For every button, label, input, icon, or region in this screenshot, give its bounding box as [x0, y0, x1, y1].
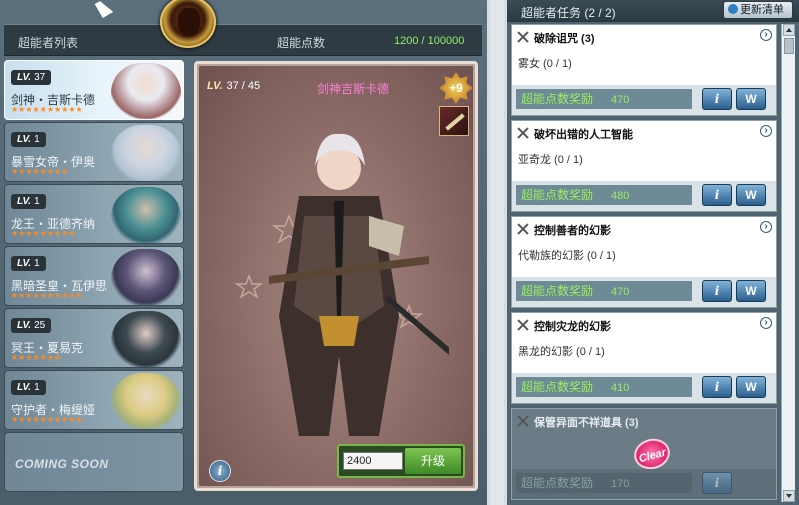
scroll-up-icon[interactable] [783, 24, 795, 36]
points-value: 1200 / 100000 [394, 35, 465, 47]
hero-list-title: 超能者列表 [18, 36, 79, 50]
mission-scrollbar[interactable] [781, 24, 795, 502]
info-button: i [702, 472, 732, 494]
hero-portrait [111, 125, 181, 181]
reward-label: 超能点数奖励 480 [516, 185, 692, 205]
refresh-icon [728, 4, 738, 14]
chevron-right-icon[interactable]: › [760, 221, 772, 233]
hero-character-illustration [234, 133, 449, 436]
hero-list: LV. 37 剑神・吉斯卡德 ★★★★★★★★★★ LV. 1 暴雪女帝・伊奥 ★★… [4, 60, 188, 494]
hero-portrait [111, 63, 181, 119]
hero-stars: ★★★★★★★ [11, 353, 62, 362]
hero-stars: ★★★★★★★★★★ [11, 291, 83, 300]
chevron-right-icon[interactable]: › [760, 125, 772, 137]
mission-reward-bar: 超能点数奖励 470 i W [512, 277, 776, 307]
mission-title: 破除诅咒 (3) [534, 33, 595, 45]
mission-target: 黑龙的幻影 (0 / 1) [518, 346, 605, 358]
info-button[interactable]: i [209, 460, 231, 482]
swords-icon [516, 31, 530, 43]
detail-level: LV. 37 / 45 [207, 80, 261, 92]
hero-portrait [111, 311, 181, 367]
upgrade-panel: 升级 [337, 444, 465, 478]
enhance-plus-badge: +9 [439, 72, 473, 104]
hero-item[interactable]: LV. 1 龙王・亚德齐纳 ★★★★★★★★★ [4, 184, 184, 244]
mission-title: 保管异面不祥道具 (3) [534, 417, 639, 429]
chevron-right-icon[interactable]: › [760, 29, 772, 41]
hero-detail-card: LV.37 / 45 剑神吉斯卡德 +9 i 升级 [194, 61, 478, 491]
scroll-thumb[interactable] [784, 38, 794, 54]
coming-soon-text: COMING SOON [15, 457, 109, 471]
mission-title: 控制善者的幻影 [534, 225, 611, 237]
upgrade-points-input[interactable] [343, 452, 403, 470]
mission-target: 代勒族的幻影 (0 / 1) [518, 250, 616, 262]
mission-panel-header: 超能者任务 (2 / 2) 更新清单 [507, 0, 799, 22]
panel-divider [490, 0, 504, 505]
swords-icon [516, 127, 530, 139]
upgrade-button[interactable]: 升级 [405, 448, 461, 474]
level-badge: LV. 25 [11, 318, 52, 333]
mission-reward-bar: 超能点数奖励 410 i W [512, 373, 776, 403]
hero-item[interactable]: LV. 1 黑暗圣皇・瓦伊思 ★★★★★★★★★★ [4, 246, 184, 306]
mission-card[interactable]: 破除诅咒 (3) › 雾女 (0 / 1) 超能点数奖励 470 i W [511, 24, 777, 116]
mission-panel-title: 超能者任务 (2 / 2) [521, 6, 616, 20]
scroll-down-icon[interactable] [783, 490, 795, 502]
w-button[interactable]: W [736, 376, 766, 398]
info-button[interactable]: i [702, 376, 732, 398]
mission-target: 亚奇龙 (0 / 1) [518, 154, 583, 166]
hero-stars: ★★★★★★★★★ [11, 229, 76, 238]
w-button[interactable]: W [736, 280, 766, 302]
mission-card[interactable]: 控制灾龙的幻影 › 黑龙的幻影 (0 / 1) 超能点数奖励 410 i W [511, 312, 777, 404]
level-badge: LV. 1 [11, 380, 46, 395]
mission-card[interactable]: 破坏出错的人工智能 › 亚奇龙 (0 / 1) 超能点数奖励 480 i W [511, 120, 777, 212]
mission-reward-bar: 超能点数奖励 470 i W [512, 85, 776, 115]
info-button[interactable]: i [702, 88, 732, 110]
coming-soon-slot: COMING SOON [4, 432, 184, 492]
clear-stamp: Clear [630, 434, 674, 474]
hero-stars: ★★★★★★★★ [11, 167, 69, 176]
info-button[interactable]: i [702, 280, 732, 302]
chevron-right-icon[interactable]: › [760, 317, 772, 329]
hero-panel-header: 超能者列表 超能点数 1200 / 100000 [4, 24, 482, 56]
hero-stars: ★★★★★★★★★★ [11, 415, 83, 424]
points-title: 超能点数 [277, 36, 326, 50]
reward-label: 超能点数奖励 470 [516, 281, 692, 301]
level-badge: LV. 37 [11, 70, 52, 85]
detail-hero-name: 剑神吉斯卡德 [317, 82, 390, 96]
mission-reward-bar: 超能点数奖励 170 i [512, 469, 776, 499]
hero-stars: ★★★★★★★★★★ [11, 105, 83, 114]
hero-portrait [111, 187, 181, 243]
hero-item[interactable]: LV. 1 守护者・梅缇娅 ★★★★★★★★★★ [4, 370, 184, 430]
level-badge: LV. 1 [11, 256, 46, 271]
refresh-list-button[interactable]: 更新清单 [723, 1, 793, 19]
w-button[interactable]: W [736, 88, 766, 110]
level-badge: LV. 1 [11, 194, 46, 209]
reward-label: 超能点数奖励 410 [516, 377, 692, 397]
mission-card-locked: 保管异面不祥道具 (3) Clear 超能点数奖励 170 i [511, 408, 777, 500]
hero-portrait [111, 249, 181, 305]
reward-label: 超能点数奖励 170 [516, 473, 692, 493]
mission-card[interactable]: 控制善者的幻影 › 代勒族的幻影 (0 / 1) 超能点数奖励 470 i W [511, 216, 777, 308]
swords-icon [516, 415, 530, 427]
mission-title: 控制灾龙的幻影 [534, 321, 611, 333]
w-button[interactable]: W [736, 184, 766, 206]
hero-item[interactable]: LV. 1 暴雪女帝・伊奥 ★★★★★★★★ [4, 122, 184, 182]
mission-target: 雾女 (0 / 1) [518, 58, 572, 70]
hero-panel: 超能者列表 超能点数 1200 / 100000 LV. 37 剑神・吉斯卡德 ★… [0, 0, 487, 505]
mission-panel: 超能者任务 (2 / 2) 更新清单 破除诅咒 (3) › 雾女 (0 / 1)… [507, 0, 799, 505]
hero-item[interactable]: LV. 37 剑神・吉斯卡德 ★★★★★★★★★★ [4, 60, 184, 120]
info-button[interactable]: i [702, 184, 732, 206]
hero-detail-background: LV.37 / 45 剑神吉斯卡德 +9 i 升级 [199, 66, 473, 486]
level-badge: LV. 1 [11, 132, 46, 147]
reward-label: 超能点数奖励 470 [516, 89, 692, 109]
hero-portrait [111, 373, 181, 429]
star-decoration [234, 273, 264, 299]
swords-icon [516, 319, 530, 331]
mission-reward-bar: 超能点数奖励 480 i W [512, 181, 776, 211]
swords-icon [516, 223, 530, 235]
mission-title: 破坏出错的人工智能 [534, 129, 633, 141]
hero-item[interactable]: LV. 25 冥王・夏易克 ★★★★★★★ [4, 308, 184, 368]
